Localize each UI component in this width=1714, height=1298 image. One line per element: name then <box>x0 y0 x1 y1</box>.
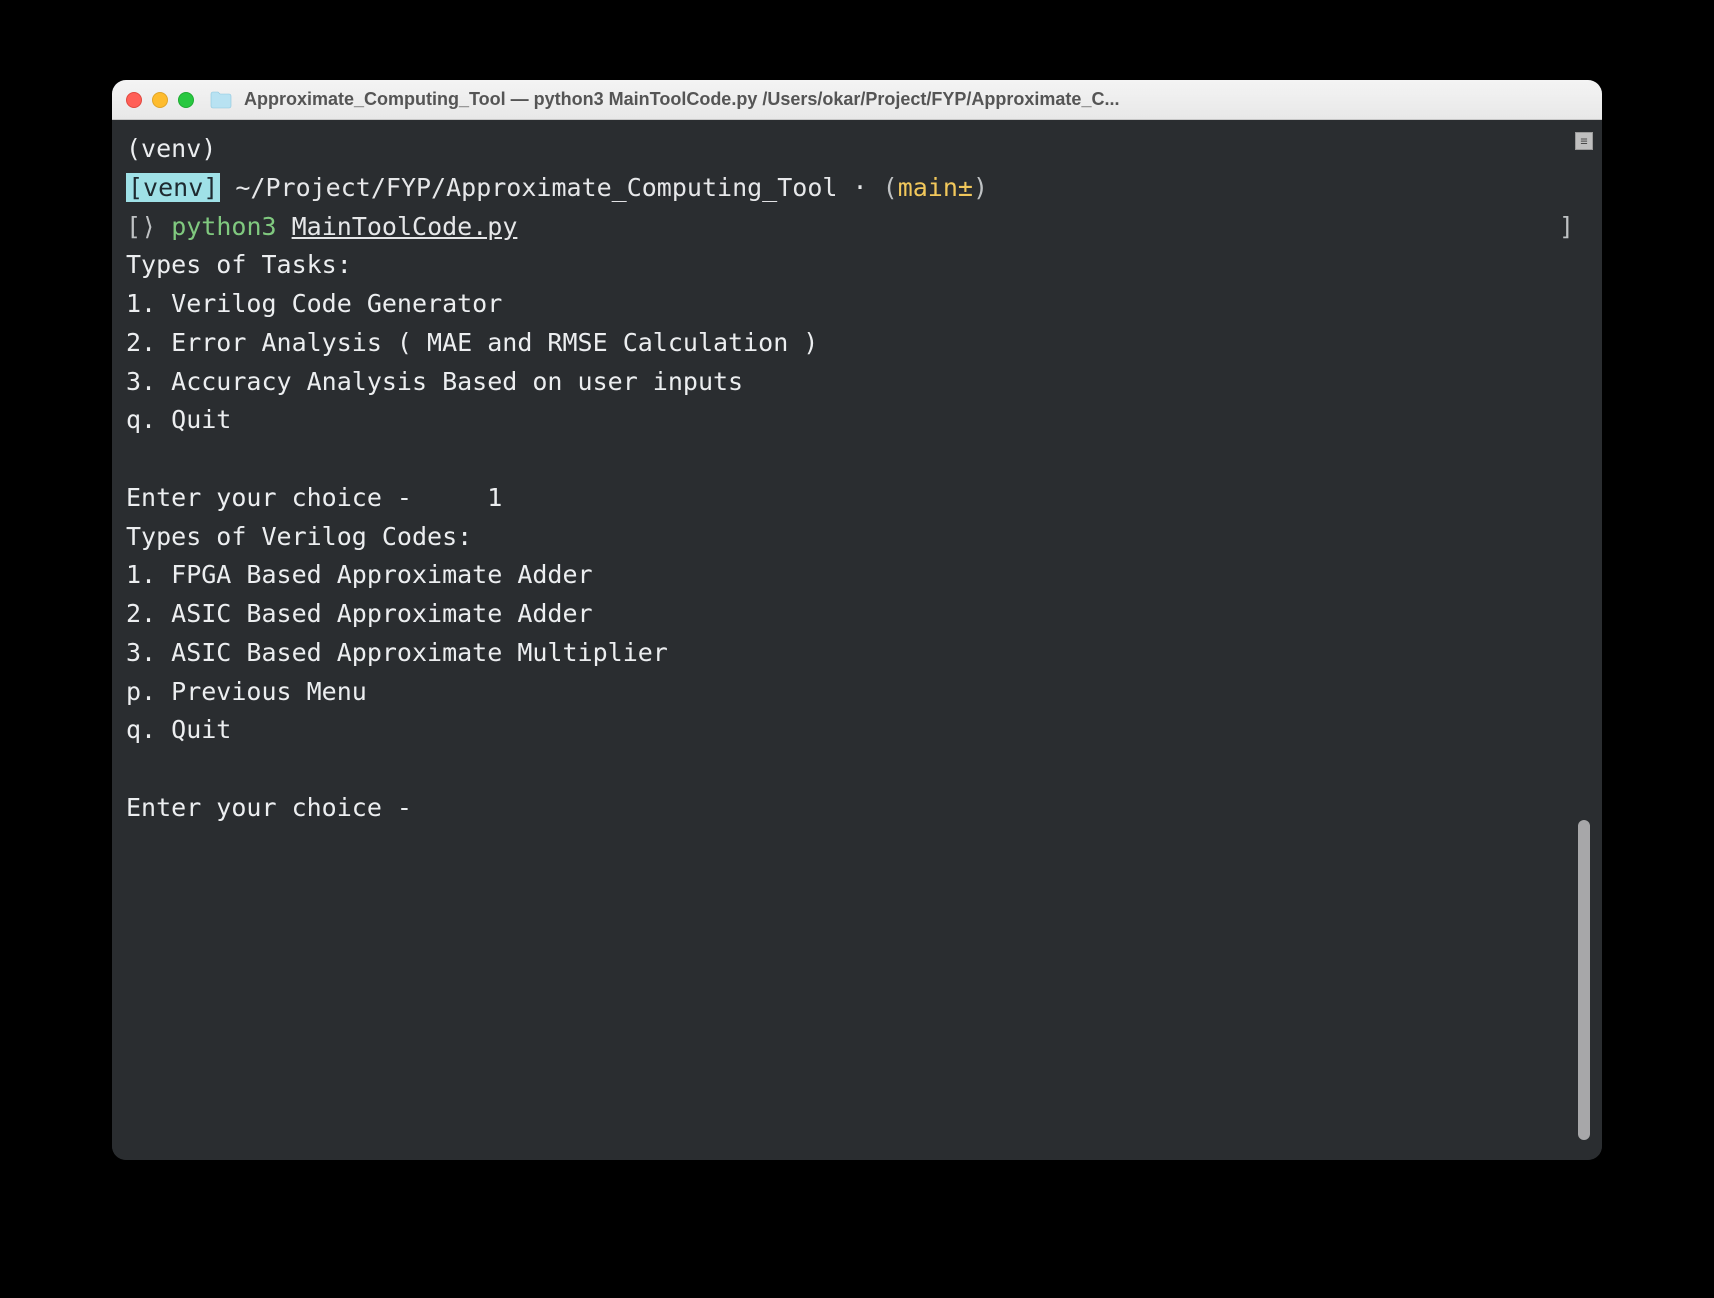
prompt-symbol: ⟩ <box>141 212 156 241</box>
branch-paren-open: ( <box>883 173 898 202</box>
output-line: 3. Accuracy Analysis Based on user input… <box>126 367 743 396</box>
folder-icon <box>210 91 232 109</box>
git-branch: main± <box>898 173 973 202</box>
output-line: Enter your choice - 1 <box>126 483 502 512</box>
output-line: q. Quit <box>126 405 231 434</box>
close-window-button[interactable] <box>126 92 142 108</box>
branch-paren-close: ) <box>973 173 988 202</box>
scrollbar-thumb[interactable] <box>1578 820 1590 1140</box>
output-line: Types of Tasks: <box>126 250 352 279</box>
output-line: 2. Error Analysis ( MAE and RMSE Calcula… <box>126 328 818 357</box>
output-line: q. Quit <box>126 715 231 744</box>
zoom-window-button[interactable] <box>178 92 194 108</box>
output-line: 2. ASIC Based Approximate Adder <box>126 599 593 628</box>
command-argument: MainToolCode.py <box>292 212 518 241</box>
output-line: 1. Verilog Code Generator <box>126 289 502 318</box>
terminal-text[interactable]: (venv) [venv] ~/Project/FYP/Approximate_… <box>126 130 1574 1150</box>
scrollbar[interactable]: ≡ <box>1574 130 1594 1150</box>
venv-indicator-plain: (venv) <box>126 134 216 163</box>
output-line: 3. ASIC Based Approximate Multiplier <box>126 638 668 667</box>
minimize-window-button[interactable] <box>152 92 168 108</box>
traffic-lights <box>126 92 194 108</box>
terminal-window: Approximate_Computing_Tool — python3 Mai… <box>112 80 1602 1160</box>
venv-indicator-highlighted: [venv] <box>126 173 220 202</box>
output-line: 1. FPGA Based Approximate Adder <box>126 560 593 589</box>
command-name: python3 <box>171 212 276 241</box>
window-titlebar[interactable]: Approximate_Computing_Tool — python3 Mai… <box>112 80 1602 120</box>
prompt-bracket-open: [ <box>126 212 141 241</box>
scrollbar-track[interactable] <box>1578 150 1590 1150</box>
output-line: Types of Verilog Codes: <box>126 522 472 551</box>
separator-dot: · <box>853 173 868 202</box>
input-prompt[interactable]: Enter your choice - <box>126 793 427 822</box>
prompt-bracket-close: ] <box>1559 208 1574 247</box>
scroll-indicator-icon[interactable]: ≡ <box>1575 132 1593 150</box>
window-title: Approximate_Computing_Tool — python3 Mai… <box>244 89 1588 110</box>
terminal-body[interactable]: (venv) [venv] ~/Project/FYP/Approximate_… <box>112 120 1602 1160</box>
cwd-path: ~/Project/FYP/Approximate_Computing_Tool <box>235 173 837 202</box>
output-line: p. Previous Menu <box>126 677 367 706</box>
